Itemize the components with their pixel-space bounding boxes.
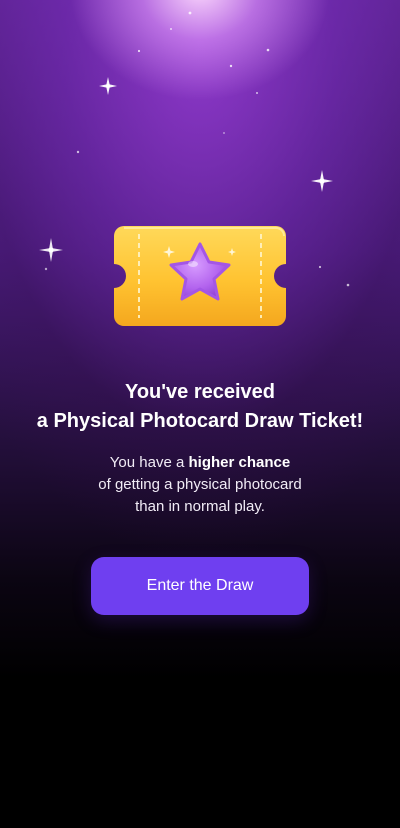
description-highlight: higher chance	[188, 454, 291, 471]
description: You have a higher chance of getting a ph…	[0, 452, 400, 518]
sparkle-icon	[39, 238, 63, 262]
sparkle-icon	[99, 77, 117, 95]
draw-ticket-screen: You've received a Physical Photocard Dra…	[0, 0, 400, 828]
sparkle-icon	[311, 170, 333, 192]
description-line-2: of getting a physical photocard	[98, 476, 302, 493]
description-line-1: You have a higher chance	[0, 452, 400, 474]
title-line-1: You've received	[124, 381, 276, 403]
description-line-3: than in normal play.	[135, 498, 265, 515]
page-title: You've received a Physical Photocard Dra…	[0, 378, 400, 436]
description-prefix: You have a	[109, 454, 189, 471]
ticket-star-icon	[114, 226, 286, 326]
title-line-2: a Physical Photocard Draw Ticket!	[36, 410, 364, 432]
enter-draw-button[interactable]: Enter the Draw	[91, 557, 309, 615]
